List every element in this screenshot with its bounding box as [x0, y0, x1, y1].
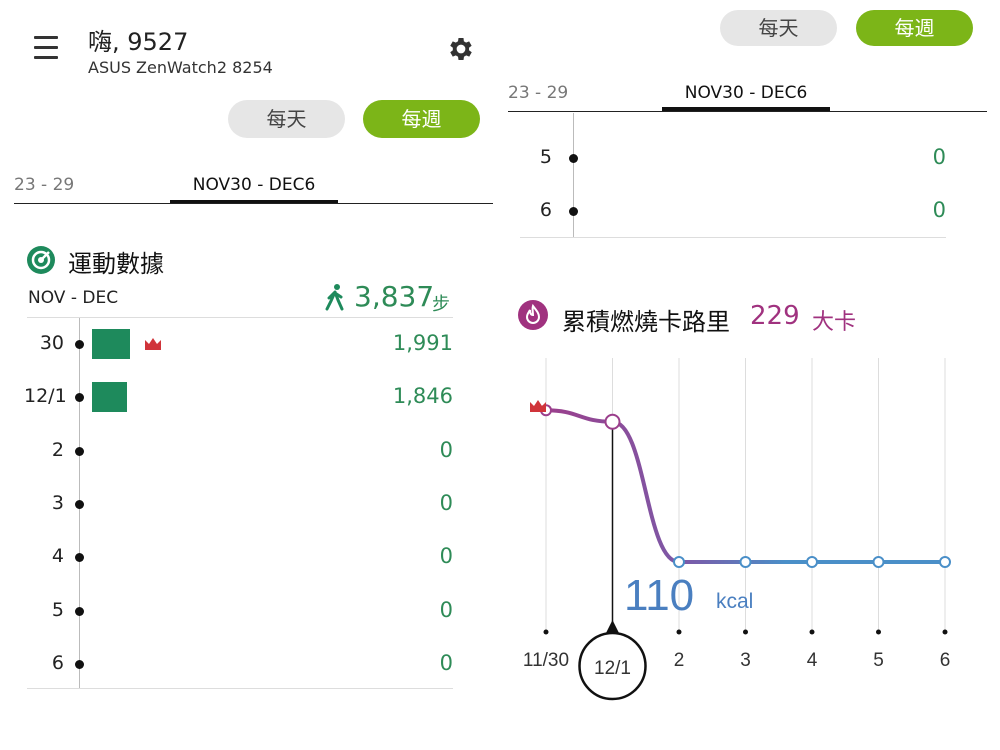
crown-icon-best-day [530, 400, 546, 412]
activity-row-value: 0 [439, 544, 453, 569]
chart-x-label: 12/1 [594, 658, 631, 679]
activity-row-bar [92, 329, 130, 359]
tab-prev-week[interactable]: 23 - 29 [14, 175, 74, 195]
activity-row-day: 2 [51, 438, 64, 461]
calories-title: 累積燃燒卡路里 [562, 308, 730, 336]
weekly-toggle-button-2[interactable]: 每週 [856, 10, 973, 46]
activity-bottom-rule [27, 688, 453, 689]
tab-current-week[interactable]: NOV30 - DEC6 [170, 175, 338, 195]
activity-row-value: 0 [932, 145, 946, 169]
activity-row-day: 3 [51, 491, 64, 514]
activity-axis-2 [573, 113, 574, 237]
flame-icon [518, 300, 548, 330]
chart-point[interactable] [604, 413, 621, 430]
activity-row-dot [569, 207, 578, 217]
activity-bottom-rule-2 [520, 237, 946, 238]
activity-row-dot [75, 446, 84, 456]
activity-period: NOV - DEC [28, 288, 119, 308]
activity-row-day: 4 [51, 545, 64, 568]
activity-row-value: 0 [439, 597, 453, 622]
activity-total-unit: 步 [432, 294, 450, 315]
crown-icon [145, 338, 161, 350]
activity-row-day: 6 [539, 199, 552, 222]
chart-x-label: 11/30 [523, 650, 569, 671]
chart-tick [809, 629, 815, 635]
activity-top-rule [27, 317, 453, 318]
activity-row-value: 0 [932, 198, 946, 223]
tab-divider [14, 203, 493, 204]
activity-row-dot [75, 659, 84, 669]
activity-row-day: 30 [39, 332, 64, 354]
activity-row-dot [569, 154, 578, 163]
activity-row-value: 0 [439, 437, 453, 462]
hamburger-menu-icon[interactable] [34, 36, 58, 62]
activity-total-steps: 3,837 [354, 280, 435, 313]
device-name: ASUS ZenWatch2 8254 [88, 58, 273, 77]
tab-divider-2 [508, 111, 987, 112]
activity-row-day: 5 [51, 598, 64, 621]
chart-tick [676, 629, 682, 635]
activity-row-dot [75, 393, 84, 403]
walking-icon [325, 284, 344, 311]
daily-toggle-button[interactable]: 每天 [228, 100, 345, 138]
activity-row-day: 6 [51, 651, 64, 674]
activity-row-value: 0 [439, 490, 453, 515]
chart-tick [543, 629, 549, 635]
weekly-toggle-button[interactable]: 每週 [363, 100, 480, 138]
calories-total: 229 [750, 301, 800, 331]
greeting-title: 嗨, 9527 [88, 28, 189, 56]
chart-x-label: 6 [940, 650, 951, 671]
chart-x-label: 5 [873, 650, 884, 671]
calories-unit: 大卡 [812, 310, 857, 335]
chart-point[interactable] [872, 556, 885, 568]
chart-point[interactable] [739, 556, 752, 568]
target-icon [27, 246, 55, 274]
activity-row-dot [75, 553, 84, 563]
activity-row-value: 1,846 [392, 384, 453, 409]
tab-prev-week-2[interactable]: 23 - 29 [508, 83, 568, 103]
chart-point[interactable] [673, 556, 685, 568]
chart-point[interactable] [939, 556, 951, 568]
activity-row-dot [75, 499, 84, 509]
daily-toggle-button-2[interactable]: 每天 [720, 10, 837, 46]
chart-tick [876, 629, 881, 635]
activity-row-bar [92, 382, 128, 413]
activity-row-dot [75, 606, 84, 616]
chart-tick [743, 629, 748, 635]
activity-row-value: 1,991 [392, 331, 453, 355]
tab-current-week-2[interactable]: NOV30 - DEC6 [662, 83, 830, 103]
activity-row-day: 12/1 [24, 385, 67, 408]
activity-title: 運動數據 [68, 250, 164, 278]
chart-x-label: 2 [674, 650, 685, 671]
chart-tick [942, 629, 948, 635]
chart-point[interactable] [806, 556, 818, 568]
gear-icon[interactable] [446, 34, 476, 64]
activity-row-dot [75, 340, 84, 349]
calories-selected-unit: kcal [716, 590, 753, 613]
activity-row-value: 0 [439, 650, 453, 675]
chart-x-label: 4 [807, 650, 818, 671]
chart-x-label: 3 [740, 650, 751, 671]
calories-selected-value: 110 [624, 571, 694, 620]
activity-row-day: 5 [539, 146, 552, 168]
calories-chart: 110 kcal 11/30 12/1 2 3 4 5 6 [523, 358, 951, 701]
